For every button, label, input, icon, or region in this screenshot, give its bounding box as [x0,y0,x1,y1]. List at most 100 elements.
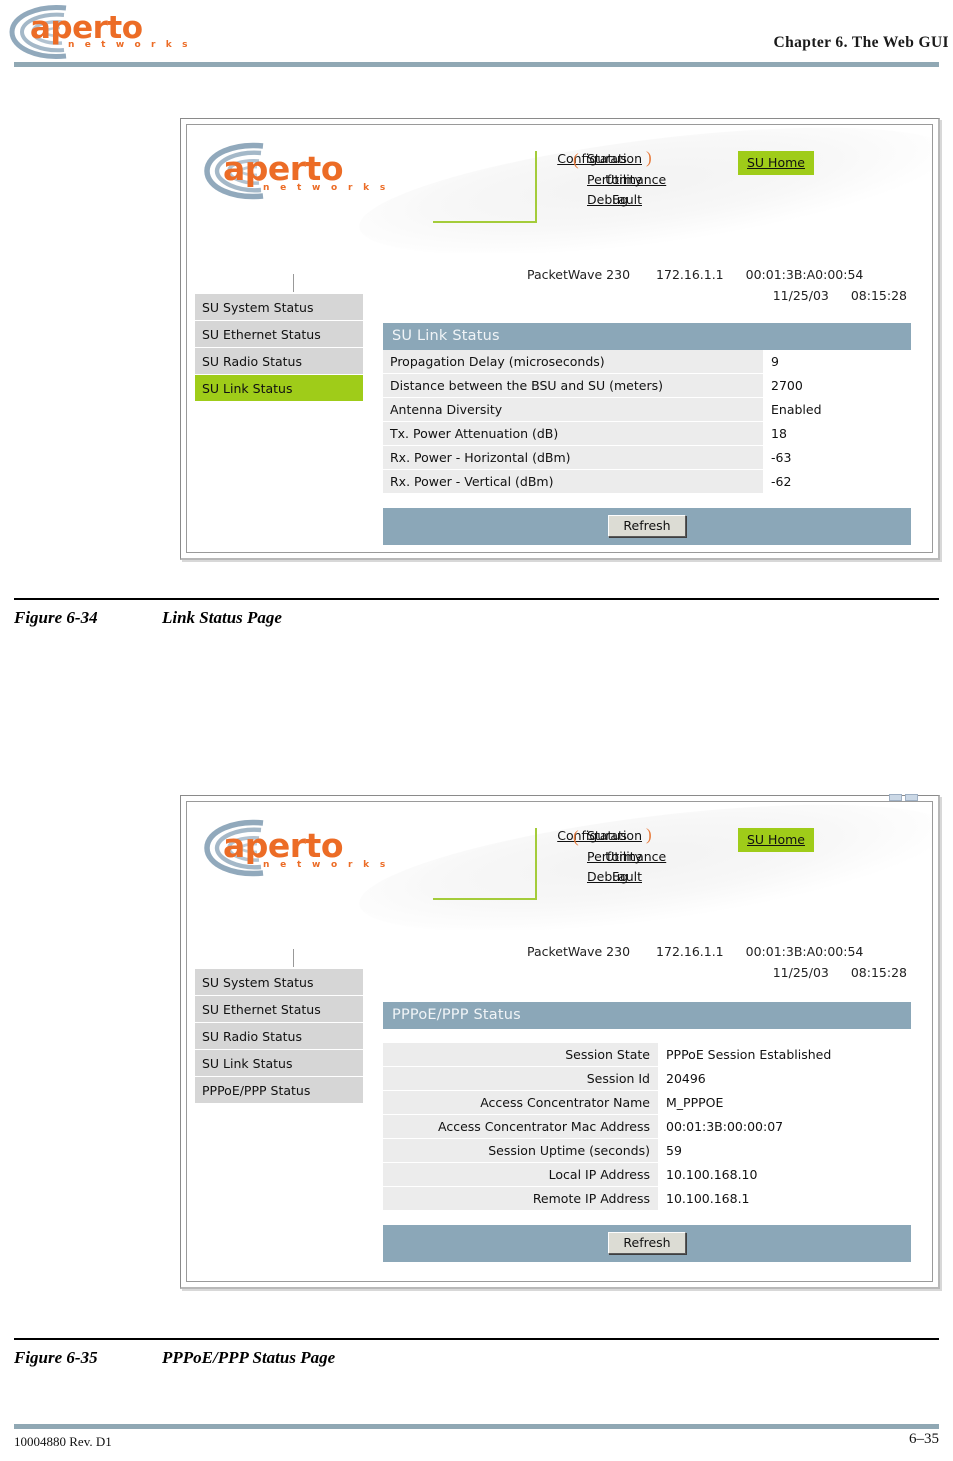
panel-title: SU Link Status [383,323,911,350]
row-value: 00:01:3B:00:00:07 [658,1114,911,1139]
gui-aperto-logo-1: Configuration aperto n e t w o r k s [199,141,399,203]
table-spacer [383,1210,911,1225]
table-spacer [383,493,911,508]
su-home-button-1[interactable]: SU Home [738,151,814,175]
nav-accent-underline-1 [433,221,537,223]
sidebar-item-su-link-status[interactable]: SU Link Status [195,1050,363,1077]
device-time: 08:15:28 [850,288,907,303]
panel-header-row: SU Link Status [383,323,911,350]
table-footer-row: Refresh [383,508,911,545]
page-header: aperto n e t w o r k s Chapter 6. The We… [0,0,953,68]
table-footer-row: Refresh [383,1225,911,1262]
figure-label: PPPoE/PPP Status Page [162,1348,336,1367]
sidebar-item-su-system-status[interactable]: SU System Status [195,969,363,996]
row-label: Session State [383,1043,658,1067]
row-value: M_PPPOE [658,1090,911,1115]
row-value: 9 [763,350,911,374]
su-link-status-table: SU Link Status Propagation Delay (micros… [383,323,911,545]
browser-viewport-1: Configuration aperto n e t w o r k s Con… [186,124,933,553]
figure-number: Figure 6-34 [14,608,98,627]
row-label: Rx. Power - Vertical (dBm) [383,469,763,494]
row-label: Access Concentrator Mac Address [383,1114,658,1139]
row-label: Distance between the BSU and SU (meters) [383,373,763,398]
su-home-button-2[interactable]: SU Home [738,828,814,852]
gui-aperto-logo-2: aperto n e t w o r k s [199,818,399,880]
device-info-1: PacketWave 230 172.16.1.1 00:01:3B:A0:00:5… [527,267,907,303]
figure-caption-6-35: Figure 6-35 PPPoE/PPP Status Page [14,1338,939,1368]
su-home-link[interactable]: SU Home [747,155,805,170]
sidebar-item-su-link-status[interactable]: SU Link Status [195,375,363,402]
status-selected-right-paren-icon: ) [646,148,652,167]
footer-document-id: 10004880 Rev. D1 [14,1434,112,1449]
sidebar-item-su-ethernet-status[interactable]: SU Ethernet Status [195,321,363,348]
device-ip: 172.16.1.1 [656,267,724,282]
row-value: 10.100.168.10 [658,1162,911,1187]
chapter-title: Chapter 6. The Web GUI [773,34,949,51]
header-divider [14,62,939,67]
row-value: 2700 [763,373,911,398]
row-value: 18 [763,421,911,446]
maximize-icon[interactable] [905,794,918,801]
panel-header-row: PPPoE/PPP Status [383,1002,911,1029]
row-label: Tx. Power Attenuation (dB) [383,421,763,446]
sidebar-item-pppoe-ppp-status[interactable]: PPPoE/PPP Status [195,1077,363,1104]
footer-divider [14,1424,939,1429]
row-label: Session Uptime (seconds) [383,1138,658,1163]
table-row: Access Concentrator Name M_PPPOE [383,1090,911,1115]
table-row: Session Id 20496 [383,1066,911,1091]
device-ip: 172.16.1.1 [656,944,724,959]
row-label: Access Concentrator Name [383,1090,658,1115]
minimize-icon[interactable] [889,794,902,801]
sidebar-item-su-ethernet-status[interactable]: SU Ethernet Status [195,996,363,1023]
table-row: Rx. Power - Horizontal (dBm) -63 [383,445,911,470]
table-spacer [383,1029,911,1043]
sidebar-1: SU System Status SU Ethernet Status SU R… [195,274,363,402]
row-label: Remote IP Address [383,1186,658,1211]
figure-caption-6-34: Figure 6-34 Link Status Page [14,598,939,628]
figure-label: Link Status Page [162,608,282,627]
sidebar-item-su-system-status[interactable]: SU System Status [195,294,363,321]
sidebar-connector [293,274,294,292]
table-row: Propagation Delay (microseconds) 9 [383,350,911,374]
refresh-button[interactable]: Refresh [608,515,686,537]
table-row: Local IP Address 10.100.168.10 [383,1162,911,1187]
row-value: 59 [658,1138,911,1163]
device-mac: 00:01:3B:A0:00:54 [745,267,864,282]
row-label: Rx. Power - Horizontal (dBm) [383,445,763,470]
row-value: -63 [763,445,911,470]
row-value: PPPoE Session Established [658,1043,911,1067]
figure-number: Figure 6-35 [14,1348,98,1367]
device-date: 11/25/03 [772,288,829,303]
table-row: Antenna Diversity Enabled [383,397,911,422]
table-row: Rx. Power - Vertical (dBm) -62 [383,469,911,494]
row-value: -62 [763,469,911,494]
gui-logo-tagline: n e t w o r k s [263,860,390,870]
device-mac: 00:01:3B:A0:00:54 [745,944,864,959]
panel-title: PPPoE/PPP Status [383,1002,911,1029]
sidebar-item-su-radio-status[interactable]: SU Radio Status [195,1023,363,1050]
table-row: Session State PPPoE Session Established [383,1043,911,1067]
gui-banner-2: aperto n e t w o r k s Configuration Uti… [187,802,932,930]
caption-rule [14,1338,939,1340]
table-row: Distance between the BSU and SU (meters)… [383,373,911,398]
sidebar-2: SU System Status SU Ethernet Status SU R… [195,949,363,1104]
table-row: Tx. Power Attenuation (dB) 18 [383,421,911,446]
row-label: Antenna Diversity [383,397,763,422]
status-selected-right-paren-icon: ) [646,825,652,844]
row-label: Local IP Address [383,1162,658,1187]
row-label: Session Id [383,1066,658,1091]
su-home-link[interactable]: SU Home [747,832,805,847]
status-selected-left-paren-icon: ( [573,827,579,846]
gui-logo-tagline: n e t w o r k s [263,183,390,193]
row-value: Enabled [763,397,911,422]
nav-debug[interactable]: Debug [587,190,767,211]
sidebar-connector [293,949,294,967]
nav-debug[interactable]: Debug [587,867,767,888]
device-date: 11/25/03 [772,965,829,980]
sidebar-item-su-radio-status[interactable]: SU Radio Status [195,348,363,375]
row-label: Propagation Delay (microseconds) [383,350,763,374]
gui-banner-1: Configuration aperto n e t w o r k s Con… [187,125,932,253]
refresh-button[interactable]: Refresh [608,1232,686,1254]
browser-viewport-2: aperto n e t w o r k s Configuration Uti… [186,801,933,1282]
table-row: Session Uptime (seconds) 59 [383,1138,911,1163]
